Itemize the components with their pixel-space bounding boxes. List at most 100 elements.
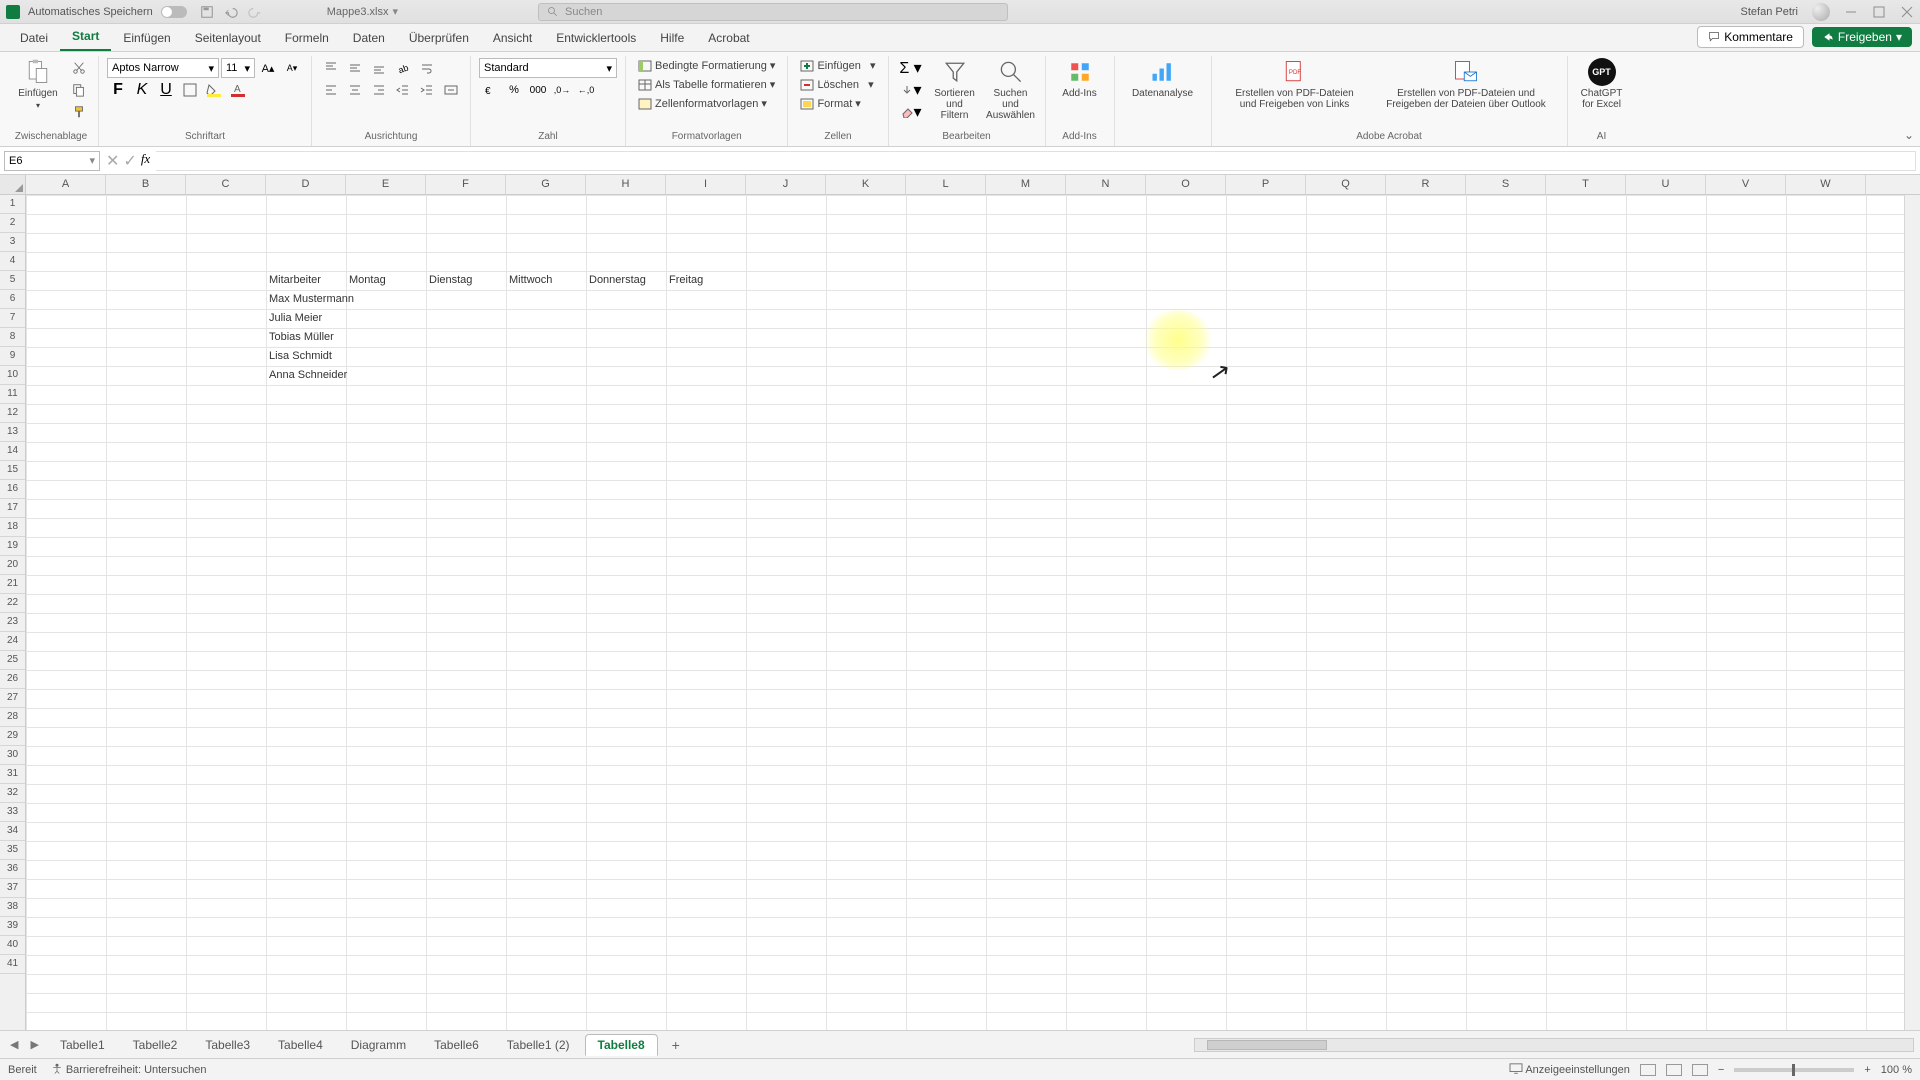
collapse-ribbon-button[interactable]: ⌄ bbox=[1904, 128, 1914, 142]
row-header-26[interactable]: 26 bbox=[0, 670, 25, 689]
row-header-33[interactable]: 33 bbox=[0, 803, 25, 822]
autosum-button[interactable]: Σ ▾ bbox=[897, 58, 925, 78]
paste-button[interactable]: Einfügen ▾ bbox=[12, 58, 64, 110]
minimize-icon[interactable] bbox=[1844, 5, 1858, 19]
column-header-F[interactable]: F bbox=[426, 175, 506, 194]
row-header-17[interactable]: 17 bbox=[0, 499, 25, 518]
ribbon-tab-daten[interactable]: Daten bbox=[341, 27, 397, 51]
row-header-9[interactable]: 9 bbox=[0, 347, 25, 366]
column-header-S[interactable]: S bbox=[1466, 175, 1546, 194]
fx-icon[interactable]: fx bbox=[141, 151, 150, 171]
column-header-J[interactable]: J bbox=[746, 175, 826, 194]
cells-area[interactable]: MitarbeiterMontagDienstagMittwochDonners… bbox=[26, 195, 1920, 1030]
avatar[interactable] bbox=[1812, 3, 1830, 21]
column-header-E[interactable]: E bbox=[346, 175, 426, 194]
column-header-M[interactable]: M bbox=[986, 175, 1066, 194]
ribbon-tab-formeln[interactable]: Formeln bbox=[273, 27, 341, 51]
filename[interactable]: Mappe3.xlsx bbox=[327, 6, 389, 18]
clear-button[interactable]: ▾ bbox=[897, 102, 925, 122]
ribbon-tab-hilfe[interactable]: Hilfe bbox=[648, 27, 696, 51]
column-header-N[interactable]: N bbox=[1066, 175, 1146, 194]
pdf-links-button[interactable]: PDF Erstellen von PDF-Dateien und Freige… bbox=[1220, 58, 1370, 110]
ribbon-tab-start[interactable]: Start bbox=[60, 25, 111, 51]
column-header-L[interactable]: L bbox=[906, 175, 986, 194]
ribbon-tab-datei[interactable]: Datei bbox=[8, 27, 60, 51]
column-header-C[interactable]: C bbox=[186, 175, 266, 194]
cell-G5[interactable]: Mittwoch bbox=[506, 271, 552, 290]
column-header-W[interactable]: W bbox=[1786, 175, 1866, 194]
column-header-V[interactable]: V bbox=[1706, 175, 1786, 194]
column-header-I[interactable]: I bbox=[666, 175, 746, 194]
sheet-tab-tabelle1[interactable]: Tabelle1 bbox=[47, 1034, 118, 1056]
accept-formula-icon[interactable]: ✓ bbox=[123, 151, 136, 171]
save-icon[interactable] bbox=[200, 5, 214, 19]
zoom-level[interactable]: 100 % bbox=[1881, 1064, 1912, 1076]
row-header-35[interactable]: 35 bbox=[0, 841, 25, 860]
column-header-H[interactable]: H bbox=[586, 175, 666, 194]
comma-button[interactable]: 000 bbox=[527, 80, 549, 100]
row-header-22[interactable]: 22 bbox=[0, 594, 25, 613]
row-header-36[interactable]: 36 bbox=[0, 860, 25, 879]
underline-button[interactable]: U bbox=[155, 80, 177, 100]
formula-input[interactable] bbox=[156, 151, 1916, 171]
delete-cells-button[interactable]: Löschen ▾ bbox=[796, 77, 877, 92]
row-header-31[interactable]: 31 bbox=[0, 765, 25, 784]
align-middle-button[interactable] bbox=[344, 58, 366, 78]
cancel-formula-icon[interactable]: ✕ bbox=[106, 151, 119, 171]
italic-button[interactable]: K bbox=[131, 80, 153, 100]
sheet-tab-tabelle6[interactable]: Tabelle6 bbox=[421, 1034, 492, 1056]
vertical-scrollbar[interactable] bbox=[1904, 195, 1920, 1030]
row-header-25[interactable]: 25 bbox=[0, 651, 25, 670]
sort-filter-button[interactable]: Sortieren und Filtern bbox=[929, 58, 981, 121]
percent-button[interactable]: % bbox=[503, 80, 525, 100]
row-header-12[interactable]: 12 bbox=[0, 404, 25, 423]
cell-H5[interactable]: Donnerstag bbox=[586, 271, 646, 290]
row-header-2[interactable]: 2 bbox=[0, 214, 25, 233]
row-header-5[interactable]: 5 bbox=[0, 271, 25, 290]
find-select-button[interactable]: Suchen und Auswählen bbox=[985, 58, 1037, 121]
row-header-41[interactable]: 41 bbox=[0, 955, 25, 974]
conditional-formatting-button[interactable]: Bedingte Formatierung ▾ bbox=[634, 58, 779, 73]
analyze-data-button[interactable]: Datenanalyse bbox=[1123, 58, 1203, 99]
column-header-A[interactable]: A bbox=[26, 175, 106, 194]
cell-styles-button[interactable]: Zellenformatvorlagen ▾ bbox=[634, 96, 771, 111]
row-header-30[interactable]: 30 bbox=[0, 746, 25, 765]
zoom-in-button[interactable]: + bbox=[1864, 1064, 1870, 1076]
ribbon-tab-einfügen[interactable]: Einfügen bbox=[111, 27, 182, 51]
row-header-29[interactable]: 29 bbox=[0, 727, 25, 746]
column-header-Q[interactable]: Q bbox=[1306, 175, 1386, 194]
row-header-1[interactable]: 1 bbox=[0, 195, 25, 214]
cell-D10[interactable]: Anna Schneider bbox=[266, 366, 347, 385]
row-header-6[interactable]: 6 bbox=[0, 290, 25, 309]
row-header-16[interactable]: 16 bbox=[0, 480, 25, 499]
cut-button[interactable] bbox=[68, 58, 90, 78]
merge-button[interactable] bbox=[440, 80, 462, 100]
display-settings-button[interactable]: Anzeigeeinstellungen bbox=[1509, 1063, 1630, 1076]
column-header-R[interactable]: R bbox=[1386, 175, 1466, 194]
row-header-40[interactable]: 40 bbox=[0, 936, 25, 955]
align-top-button[interactable] bbox=[320, 58, 342, 78]
row-header-32[interactable]: 32 bbox=[0, 784, 25, 803]
sheet-tab-tabelle1-2-[interactable]: Tabelle1 (2) bbox=[494, 1034, 583, 1056]
user-name[interactable]: Stefan Petri bbox=[1741, 6, 1798, 18]
search-box[interactable]: Suchen bbox=[538, 3, 1008, 21]
row-header-24[interactable]: 24 bbox=[0, 632, 25, 651]
row-header-13[interactable]: 13 bbox=[0, 423, 25, 442]
sheet-tab-diagramm[interactable]: Diagramm bbox=[338, 1034, 419, 1056]
increase-indent-button[interactable] bbox=[416, 80, 438, 100]
name-box[interactable]: E6▾ bbox=[4, 151, 100, 171]
font-color-button[interactable]: A bbox=[227, 80, 249, 100]
cell-D6[interactable]: Max Mustermann bbox=[266, 290, 354, 309]
row-header-4[interactable]: 4 bbox=[0, 252, 25, 271]
grow-font-button[interactable]: A▴ bbox=[257, 58, 279, 78]
decrease-decimal-button[interactable]: ←,0 bbox=[575, 80, 597, 100]
page-break-view-button[interactable] bbox=[1692, 1064, 1708, 1076]
accessibility-status[interactable]: Barrierefreiheit: Untersuchen bbox=[51, 1063, 207, 1076]
cell-D7[interactable]: Julia Meier bbox=[266, 309, 322, 328]
sheet-tab-tabelle4[interactable]: Tabelle4 bbox=[265, 1034, 336, 1056]
sheet-nav-next[interactable]: ▶ bbox=[26, 1038, 42, 1051]
fill-color-button[interactable] bbox=[203, 80, 225, 100]
worksheet-grid[interactable]: 1234567891011121314151617181920212223242… bbox=[0, 195, 1920, 1030]
undo-icon[interactable] bbox=[224, 5, 238, 19]
chevron-down-icon[interactable]: ▾ bbox=[393, 5, 399, 18]
